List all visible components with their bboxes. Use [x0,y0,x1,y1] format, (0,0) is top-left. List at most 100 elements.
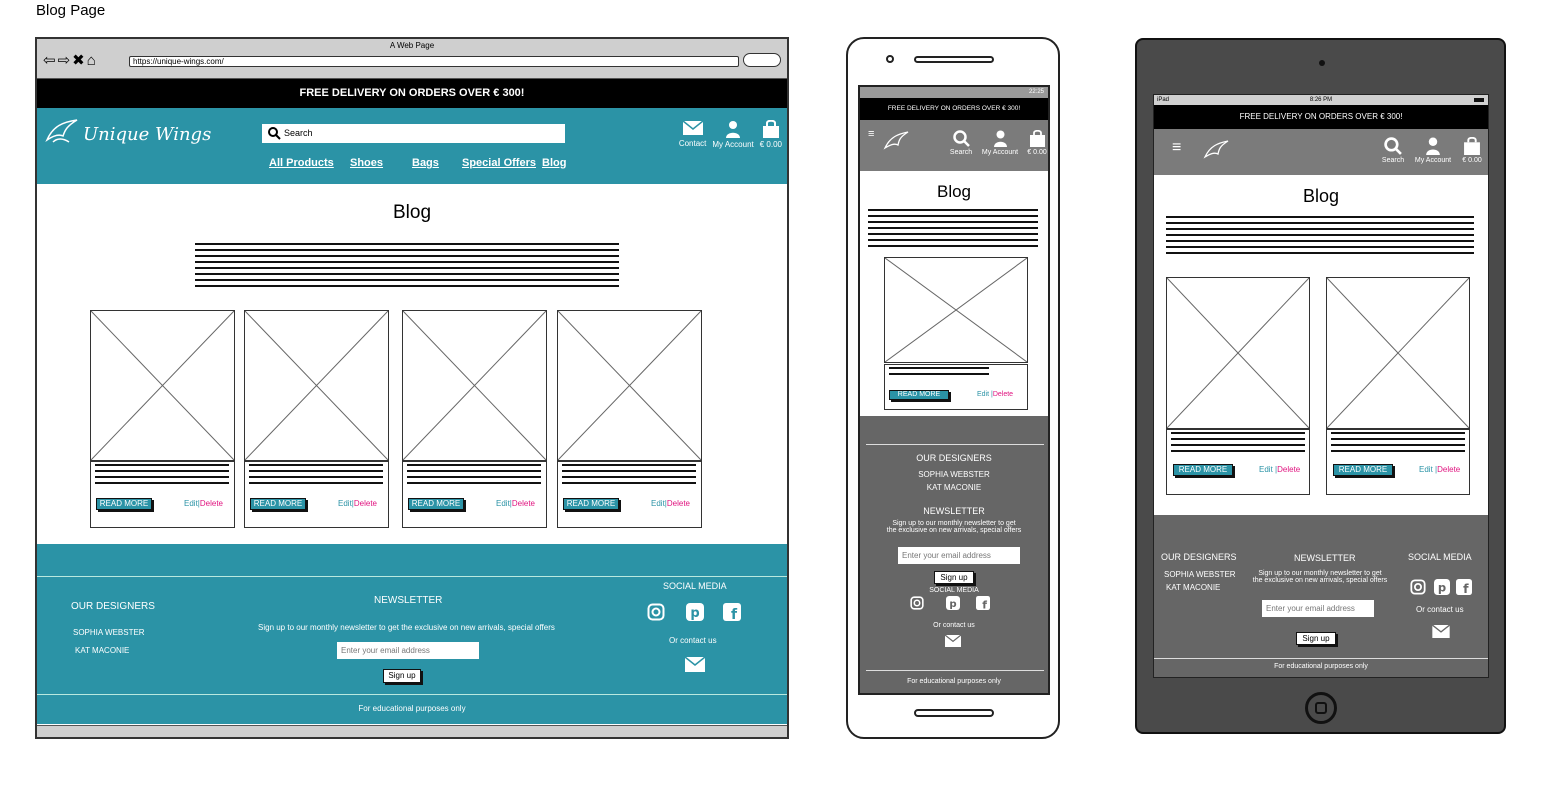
butterfly-icon[interactable] [882,130,910,154]
browser-search-field[interactable] [743,53,781,67]
camera-dot [886,55,894,63]
edit-link[interactable]: Edit [184,499,198,508]
educational-note: For educational purposes only [358,704,466,713]
status-bar: 22:25 [860,87,1048,98]
search-placeholder: Search [284,128,313,138]
image-placeholder [90,310,235,461]
account-button[interactable]: My Account [980,130,1020,156]
bag-button[interactable]: € 0.00 [1025,129,1048,156]
designer-link[interactable]: SOPHIA WEBSTER [860,470,1048,479]
account-button[interactable]: My Account [1412,137,1454,164]
back-arrow-icon[interactable]: ⇦ [43,52,58,69]
facebook-icon[interactable]: f [976,596,990,610]
footer-divider [866,444,1044,445]
delete-link[interactable]: Delete [993,391,1013,398]
image-placeholder [1326,277,1470,429]
pinterest-icon[interactable]: p [1434,579,1450,595]
read-more-button[interactable]: READ MORE [889,390,949,400]
logo[interactable]: Unique Wings [43,116,213,152]
envelope-icon[interactable] [685,657,705,672]
pinterest-icon[interactable]: p [686,603,704,621]
nav-bags[interactable]: Bags [412,157,439,169]
nav-shoes[interactable]: Shoes [350,157,383,169]
read-more-button[interactable]: READ MORE [408,498,464,510]
edit-link[interactable]: Edit [977,391,989,398]
delete-link[interactable]: Delete [667,499,690,508]
delete-link[interactable]: Delete [512,499,535,508]
hamburger-menu-icon[interactable]: ≡ [1172,139,1181,157]
sign-up-button[interactable]: Sign up [934,571,974,584]
contact-button[interactable]: Contact [679,120,706,149]
forward-arrow-icon[interactable]: ⇨ [58,52,73,69]
nav-blog[interactable]: Blog [542,157,566,169]
bag-button[interactable]: € 0.00 [760,120,782,149]
read-more-button[interactable]: READ MORE [250,498,306,510]
search-button[interactable]: Search [1378,137,1408,164]
edit-link[interactable]: Edit [651,499,665,508]
read-more-button[interactable]: READ MORE [1173,464,1233,476]
bag-button[interactable]: € 0.00 [1458,136,1486,164]
battery-icon [1474,98,1484,102]
instagram-icon[interactable] [647,603,665,621]
nav-special-offers[interactable]: Special Offers [462,157,536,169]
account-button[interactable]: My Account [712,120,754,149]
home-button[interactable] [1305,692,1337,724]
envelope-icon[interactable] [1432,625,1450,638]
email-field[interactable]: Enter your email address [337,642,479,659]
newsletter-text: Sign up to our monthly newsletter to get… [886,520,1022,534]
svg-text:p: p [1438,580,1446,594]
promo-banner: FREE DELIVERY ON ORDERS OVER € 300! [860,98,1048,120]
delete-link[interactable]: Delete [1277,465,1300,474]
delete-link[interactable]: Delete [1437,465,1460,474]
delete-link[interactable]: Delete [200,499,223,508]
read-more-button[interactable]: READ MORE [96,498,152,510]
nav-all-products[interactable]: All Products [269,157,334,169]
designer-link[interactable]: SOPHIA WEBSTER [1164,570,1236,579]
pinterest-icon[interactable]: p [946,596,960,610]
search-input[interactable]: Search [262,124,565,143]
card-body: READ MORE Edit |Delete [1166,429,1310,495]
card-body: READ MORE Edit|Delete [244,461,389,528]
instagram-icon[interactable] [1410,579,1426,595]
read-more-button[interactable]: READ MORE [1333,464,1393,476]
card-body: READ MORE Edit|Delete [90,461,235,528]
facebook-icon[interactable]: f [723,603,741,621]
email-field[interactable]: Enter your email address [898,547,1020,564]
envelope-icon[interactable] [945,635,961,647]
sign-up-button[interactable]: Sign up [1296,632,1336,645]
read-more-button[interactable]: READ MORE [563,498,619,510]
designer-link[interactable]: KAT MACONIE [860,483,1048,492]
designers-heading: OUR DESIGNERS [916,453,992,463]
newsletter-heading: NEWSLETTER [374,595,443,606]
image-placeholder [244,310,389,461]
footer-divider [37,694,787,695]
card-text-placeholder [95,464,229,486]
contact-us-text: Or contact us [669,636,717,645]
header-tools: Contact My Account € 0.00 [679,120,782,149]
designer-link[interactable]: KAT MACONIE [75,646,129,655]
card-text-placeholder [249,464,383,486]
intro-text-placeholder [868,209,1038,251]
hamburger-menu-icon[interactable]: ≡ [868,128,874,140]
instagram-icon[interactable] [910,596,924,610]
browser-status-bar [37,725,787,737]
butterfly-icon[interactable] [1202,139,1230,163]
sign-up-button[interactable]: Sign up [383,669,421,683]
home-icon[interactable]: ⌂ [87,52,98,69]
designer-link[interactable]: KAT MACONIE [1166,583,1220,592]
designer-link[interactable]: SOPHIA WEBSTER [73,628,145,637]
edit-link[interactable]: Edit [496,499,510,508]
card-body: READ MORE Edit|Delete [557,461,702,528]
stop-icon[interactable]: ✖ [72,52,87,69]
edit-link[interactable]: Edit [338,499,352,508]
edit-delete-links: Edit|Delete [184,499,223,508]
email-field[interactable]: Enter your email address [1262,600,1374,617]
delete-link[interactable]: Delete [354,499,377,508]
edit-link[interactable]: Edit [1259,465,1273,474]
search-button[interactable]: Search [948,130,974,156]
facebook-icon[interactable]: f [1456,579,1472,595]
search-icon [268,127,281,140]
edit-link[interactable]: Edit [1419,465,1433,474]
address-bar[interactable]: https://unique-wings.com/ [129,56,739,67]
card-body: READ MORE Edit|Delete [402,461,547,528]
